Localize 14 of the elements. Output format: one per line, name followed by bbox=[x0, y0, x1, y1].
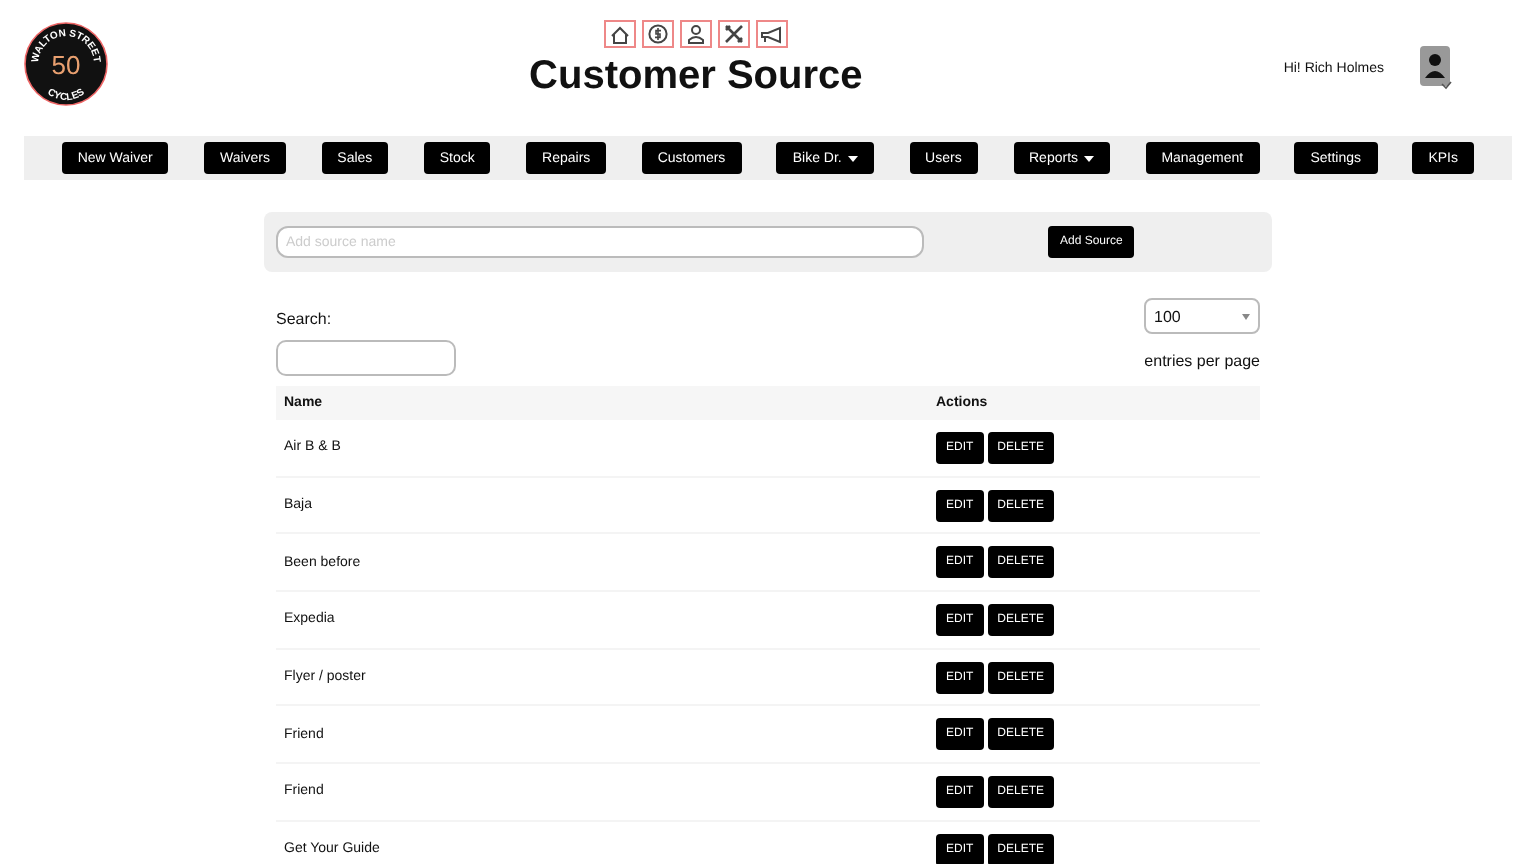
search-label: Search: bbox=[276, 310, 332, 328]
person-icon[interactable] bbox=[679, 20, 712, 48]
caret-icon bbox=[1242, 313, 1250, 319]
page-title: Customer Source bbox=[529, 54, 863, 100]
caret-icon bbox=[1084, 155, 1095, 161]
user-avatar-icon[interactable] bbox=[1420, 46, 1452, 90]
home-icon[interactable] bbox=[603, 20, 636, 48]
page-size-select[interactable]: 100 bbox=[1144, 298, 1260, 334]
tools-icon[interactable] bbox=[717, 20, 750, 48]
dollar-icon[interactable] bbox=[641, 20, 674, 48]
entries-per-page-label: entries per page bbox=[1144, 352, 1260, 370]
caret-icon bbox=[847, 155, 858, 161]
search-field[interactable] bbox=[276, 340, 456, 376]
megaphone-icon[interactable] bbox=[755, 20, 788, 48]
